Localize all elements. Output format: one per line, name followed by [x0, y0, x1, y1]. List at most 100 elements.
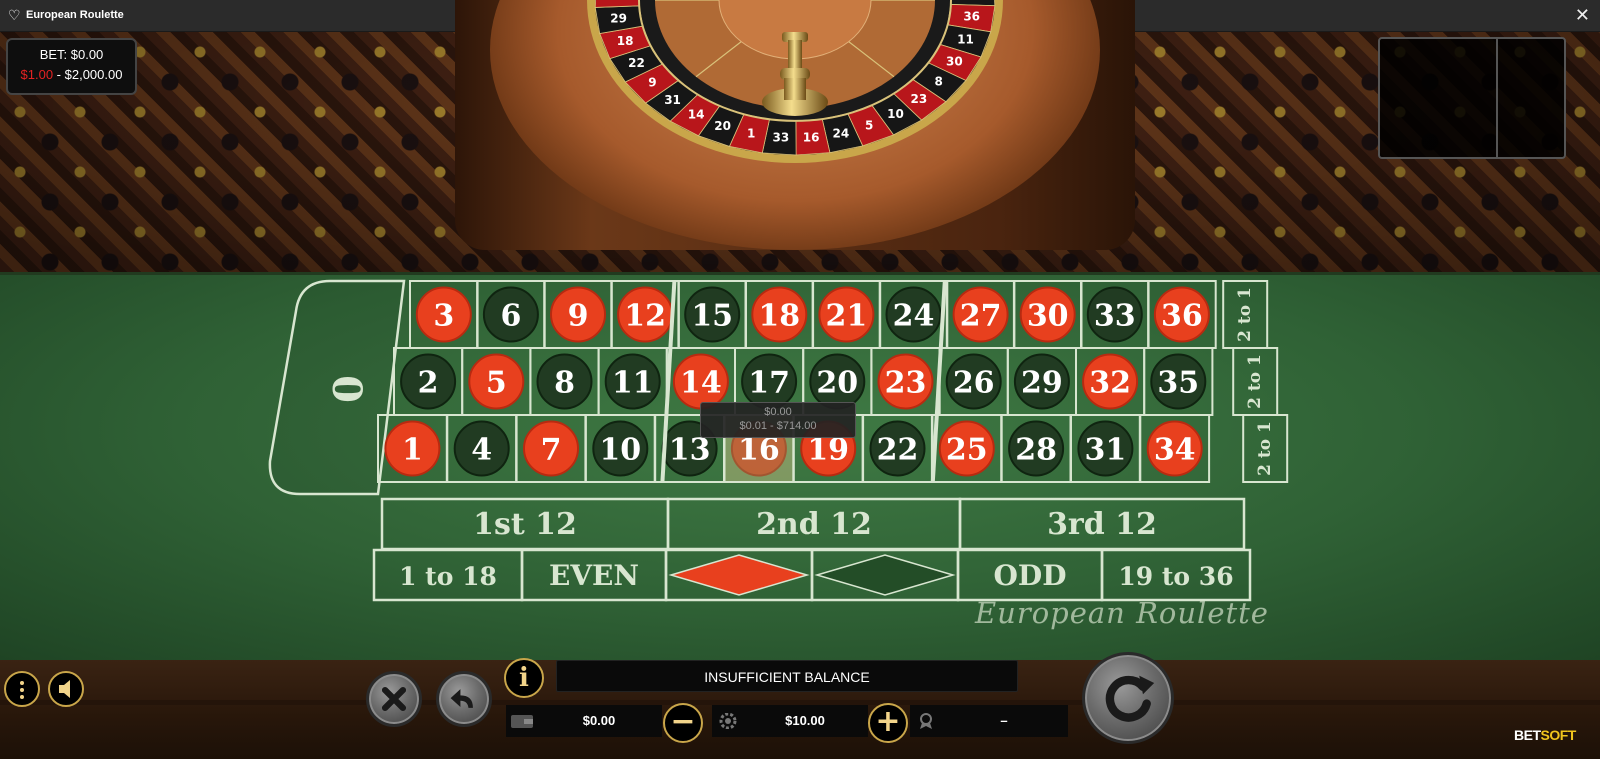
menu-button[interactable]: [4, 671, 40, 707]
bet-limits: $1.00 - $2,000.00: [8, 67, 135, 82]
wheel-number: 31: [664, 93, 681, 107]
wheel-number: 30: [946, 54, 963, 68]
number-cell-30[interactable]: 30: [1012, 280, 1083, 349]
number-cell-29[interactable]: 29: [1006, 347, 1077, 416]
spin-button[interactable]: [1082, 652, 1174, 744]
zero-label: 0: [323, 375, 370, 403]
number-label: 26: [953, 366, 995, 401]
number-cell-34[interactable]: 34: [1139, 414, 1211, 483]
number-cell-4[interactable]: 4: [446, 414, 518, 483]
number-cell-31[interactable]: 31: [1070, 414, 1141, 483]
number-cell-11[interactable]: 11: [597, 347, 668, 416]
number-label: 6: [500, 299, 521, 334]
wheel-number: 16: [803, 130, 820, 144]
spin-icon: [1105, 675, 1155, 722]
number-cell-7[interactable]: 7: [515, 414, 587, 483]
number-cell-2[interactable]: 2: [393, 347, 464, 416]
wheel-number: 20: [714, 119, 731, 133]
number-cell-36[interactable]: 36: [1147, 280, 1217, 349]
number-cell-9[interactable]: 9: [543, 280, 613, 349]
sound-button[interactable]: [48, 671, 84, 707]
menu-icon: [20, 681, 24, 685]
odd-bet[interactable]: ODD: [956, 548, 1104, 602]
number-label: 17: [748, 366, 790, 401]
dozen-label: 2nd 12: [756, 507, 872, 542]
bet-limits-panel: BET: $0.00 $1.00 - $2,000.00: [6, 38, 137, 95]
number-label: 9: [568, 299, 589, 334]
betting-table: 0 3 6 9 12 15 18 21 24 27 30 33 36 2 5 8 11 14 17 20 23 26 29 3…: [0, 272, 1600, 660]
outside-label: EVEN: [549, 559, 639, 592]
number-cell-24[interactable]: 24: [878, 280, 949, 349]
column-bet-3[interactable]: 2 to 1: [1242, 414, 1289, 483]
number-cell-3[interactable]: 3: [409, 280, 479, 349]
wheel-number: 8: [935, 74, 943, 88]
number-cell-12[interactable]: 12: [610, 280, 680, 349]
number-cell-6[interactable]: 6: [476, 280, 546, 349]
number-cell-5[interactable]: 5: [461, 347, 532, 416]
number-cell-27[interactable]: 27: [945, 280, 1016, 349]
win-display: –: [910, 705, 1068, 737]
number-cell-1[interactable]: 1: [377, 414, 448, 483]
even-bet[interactable]: EVEN: [520, 548, 668, 602]
results-history-panel: [1378, 37, 1566, 159]
increase-bet-button[interactable]: +: [868, 703, 908, 743]
undo-button[interactable]: [436, 671, 492, 727]
speaker-icon: [59, 680, 70, 698]
number-cell-28[interactable]: 28: [1000, 414, 1072, 483]
clear-x-icon: [381, 686, 407, 712]
dozen-bet-2[interactable]: 2nd 12: [666, 497, 962, 551]
dozen-label: 1st 12: [473, 507, 577, 542]
number-cell-33[interactable]: 33: [1080, 280, 1150, 349]
high-bet[interactable]: 19 to 36: [1100, 548, 1252, 602]
wheel-number: 7: [613, 0, 621, 2]
number-label: 2: [418, 366, 439, 401]
wallet-icon: [511, 715, 533, 728]
number-cell-18[interactable]: 18: [744, 280, 815, 349]
info-button[interactable]: i: [504, 658, 544, 698]
dozen-bet-3[interactable]: 3rd 12: [958, 497, 1246, 551]
number-cell-22[interactable]: 22: [862, 414, 933, 483]
wheel-number: 23: [911, 92, 928, 106]
heart-icon: ♡: [8, 8, 21, 24]
number-label: 29: [1021, 366, 1063, 401]
window-title: European Roulette: [26, 9, 124, 21]
number-label: 32: [1089, 366, 1131, 401]
number-cell-26[interactable]: 26: [938, 347, 1009, 416]
wheel-number: 14: [688, 108, 705, 122]
number-cell-32[interactable]: 32: [1075, 347, 1146, 416]
column-bet-1[interactable]: 2 to 1: [1222, 280, 1269, 349]
black-bet[interactable]: [810, 548, 960, 602]
current-bet: BET: $0.00: [39, 47, 104, 62]
number-cell-21[interactable]: 21: [811, 280, 882, 349]
number-label: 35: [1157, 366, 1199, 401]
bet-value: $10.00: [785, 713, 825, 728]
number-label: 14: [680, 366, 722, 401]
number-label: 22: [877, 433, 919, 468]
number-label: 10: [599, 433, 641, 468]
number-label: 23: [885, 366, 927, 401]
number-cell-35[interactable]: 35: [1143, 347, 1214, 416]
decrease-bet-button[interactable]: −: [663, 703, 703, 743]
number-label: 18: [758, 299, 800, 334]
number-label: 3: [433, 299, 454, 334]
number-cell-23[interactable]: 23: [870, 347, 941, 416]
brand-logo-part1: BET: [1514, 727, 1541, 743]
max-bet: $2,000.00: [64, 67, 123, 82]
wheel-number: 1: [747, 127, 755, 141]
number-cell-25[interactable]: 25: [931, 414, 1003, 483]
number-label: 25: [946, 433, 988, 468]
number-cell-15[interactable]: 15: [677, 280, 748, 349]
dozen-bet-1[interactable]: 1st 12: [380, 497, 670, 551]
column-bet-2[interactable]: 2 to 1: [1232, 347, 1279, 416]
close-icon[interactable]: ✕: [1575, 5, 1590, 26]
number-cell-8[interactable]: 8: [529, 347, 600, 416]
low-bet[interactable]: 1 to 18: [372, 548, 524, 602]
chip-icon: [719, 713, 737, 729]
number-label: 34: [1154, 433, 1196, 468]
number-cell-10[interactable]: 10: [584, 414, 656, 483]
number-label: 21: [826, 299, 868, 334]
wheel-number: 36: [963, 10, 980, 24]
red-bet[interactable]: [664, 548, 814, 602]
number-label: 1: [402, 433, 423, 468]
clear-bets-button[interactable]: [366, 671, 422, 727]
